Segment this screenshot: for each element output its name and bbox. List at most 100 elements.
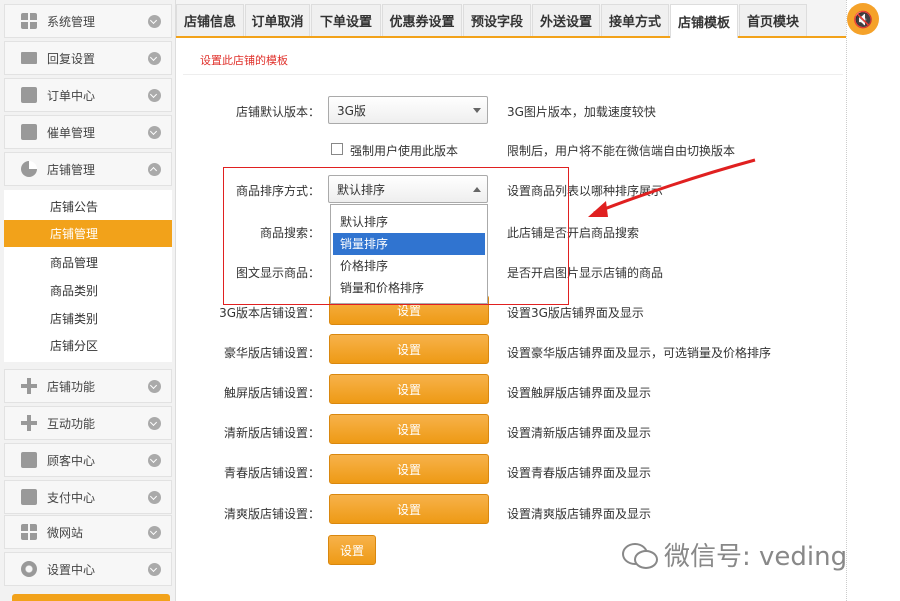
sort-label: 商品排序方式： [235, 184, 320, 198]
submenu-item-store-zones[interactable]: 店铺分区 [4, 332, 172, 359]
caret-up-icon [473, 187, 481, 192]
inbox-icon [21, 489, 37, 505]
search-desc: 此店铺是否开启商品搜索 [507, 226, 640, 240]
save-button[interactable]: 设置 [328, 535, 376, 565]
speaker-mute-icon: 🔇 [853, 9, 873, 29]
sidebar-item-settings[interactable]: 设置中心 [4, 552, 172, 586]
sort-option-default[interactable]: 默认排序 [333, 211, 485, 233]
sort-option-sales-price[interactable]: 销量和价格排序 [333, 277, 485, 299]
sidebar-item-label: 催单管理 [47, 125, 96, 140]
sort-value: 默认排序 [337, 182, 386, 197]
sidebar-item-label: 订单中心 [47, 88, 96, 103]
sidebar-item-payments[interactable]: 支付中心 [4, 480, 172, 514]
chevron-down-icon [148, 126, 161, 139]
settings-row-desc: 设置青春版店铺界面及显示 [507, 466, 652, 480]
sidebar-item-label: 店铺功能 [47, 379, 96, 394]
sidebar-item-label: 互动功能 [47, 416, 96, 431]
sidebar-item-label: 支付中心 [47, 490, 96, 505]
right-gutter [846, 0, 900, 601]
tab-homepage-modules[interactable]: 首页模块 [739, 4, 807, 36]
sidebar: 系统管理 回复设置 订单中心 催单管理 店铺管理 店铺公告 店铺管理 商品管理 … [0, 0, 176, 601]
plus-icon [21, 415, 37, 431]
image-text-label: 图文显示商品： [235, 266, 320, 280]
settings-touch-button[interactable]: 设置 [329, 374, 489, 404]
submenu-item-store-categories[interactable]: 店铺类别 [4, 305, 172, 332]
default-version-value: 3G版 [337, 103, 366, 118]
search-label: 商品搜索： [259, 226, 320, 240]
settings-crisp-button[interactable]: 设置 [329, 494, 489, 524]
settings-row-desc: 设置清新版店铺界面及显示 [507, 426, 652, 440]
tab-order-settings[interactable]: 下单设置 [311, 4, 381, 36]
submenu-item-products[interactable]: 商品管理 [4, 249, 172, 276]
wechat-icon [622, 541, 658, 569]
chevron-down-icon [148, 563, 161, 576]
chevron-down-icon [148, 15, 161, 28]
chevron-down-icon [148, 52, 161, 65]
chevron-down-icon [148, 454, 161, 467]
chevron-down-icon [148, 491, 161, 504]
sidebar-item-label: 顾客中心 [47, 453, 96, 468]
chevron-down-icon [148, 417, 161, 430]
tab-order-receiving[interactable]: 接单方式 [601, 4, 669, 36]
submenu-item-announcement[interactable]: 店铺公告 [4, 193, 172, 220]
sidebar-item-label: 店铺管理 [47, 162, 96, 177]
sort-option-price[interactable]: 价格排序 [333, 255, 485, 277]
sidebar-item-label: 设置中心 [47, 562, 96, 577]
page-subtitle: 设置此店铺的模板 [200, 54, 288, 67]
printer-icon [21, 124, 37, 140]
force-version-checkbox[interactable] [331, 143, 343, 155]
submenu-item-product-categories[interactable]: 商品类别 [4, 277, 172, 304]
settings-row-label: 3G版本店铺设置： [219, 306, 320, 320]
mail-icon [21, 52, 37, 64]
chevron-down-icon [148, 89, 161, 102]
chevron-down-icon [148, 380, 161, 393]
sidebar-bottom-bar [12, 594, 170, 601]
tab-store-info[interactable]: 店铺信息 [176, 4, 244, 36]
settings-row-label: 清新版店铺设置： [223, 426, 320, 440]
default-version-desc: 3G图片版本，加载速度较快 [507, 105, 656, 119]
tab-coupon-settings[interactable]: 优惠券设置 [382, 4, 462, 36]
sidebar-item-orders[interactable]: 订单中心 [4, 78, 172, 112]
default-version-select[interactable]: 3G版 [328, 96, 488, 124]
tab-store-template[interactable]: 店铺模板 [670, 4, 738, 38]
tab-preset-fields[interactable]: 预设字段 [463, 4, 531, 36]
sidebar-item-customers[interactable]: 顾客中心 [4, 443, 172, 477]
submenu-item-store-management[interactable]: 店铺管理 [4, 220, 172, 247]
sort-dropdown: 默认排序 销量排序 价格排序 销量和价格排序 [330, 204, 488, 304]
chevron-up-icon [148, 163, 161, 176]
force-version-label: 强制用户使用此版本 [350, 144, 459, 158]
sort-select[interactable]: 默认排序 [328, 175, 488, 203]
settings-row-desc: 设置3G版店铺界面及显示 [507, 306, 644, 320]
plus-icon [21, 378, 37, 394]
settings-row-label: 青春版店铺设置： [223, 466, 320, 480]
settings-youth-button[interactable]: 设置 [329, 454, 489, 484]
sidebar-item-store-management[interactable]: 店铺管理 [4, 152, 172, 186]
sidebar-item-store-features[interactable]: 店铺功能 [4, 369, 172, 403]
settings-fresh-button[interactable]: 设置 [329, 414, 489, 444]
watermark-text: 微信号: veding [664, 542, 848, 572]
sidebar-item-microsite[interactable]: 微网站 [4, 515, 172, 549]
tab-order-cancel[interactable]: 订单取消 [245, 4, 310, 36]
caret-down-icon [473, 108, 481, 113]
pie-icon [21, 161, 37, 177]
settings-row-label: 触屏版店铺设置： [223, 386, 320, 400]
settings-luxury-button[interactable]: 设置 [329, 334, 489, 364]
sidebar-item-label: 微网站 [47, 525, 84, 540]
tab-delivery-settings[interactable]: 外送设置 [532, 4, 600, 36]
settings-row-label: 豪华版店铺设置： [223, 346, 320, 360]
divider [183, 74, 843, 75]
sidebar-item-reply[interactable]: 回复设置 [4, 41, 172, 75]
sidebar-item-interaction[interactable]: 互动功能 [4, 406, 172, 440]
sidebar-item-reminders[interactable]: 催单管理 [4, 115, 172, 149]
sort-option-sales[interactable]: 销量排序 [333, 233, 485, 255]
grid-icon [21, 524, 37, 540]
sidebar-item-label: 回复设置 [47, 51, 96, 66]
sidebar-item-label: 系统管理 [47, 14, 96, 29]
settings-row-desc: 设置豪华版店铺界面及显示，可选销量及价格排序 [507, 346, 772, 360]
watermark: 微信号: veding [622, 536, 847, 573]
image-text-desc: 是否开启图片显示店铺的商品 [507, 266, 664, 280]
annotation-arrow [588, 158, 756, 217]
chevron-down-icon [148, 526, 161, 539]
sidebar-item-system[interactable]: 系统管理 [4, 4, 172, 38]
mute-button[interactable]: 🔇 [847, 3, 879, 35]
